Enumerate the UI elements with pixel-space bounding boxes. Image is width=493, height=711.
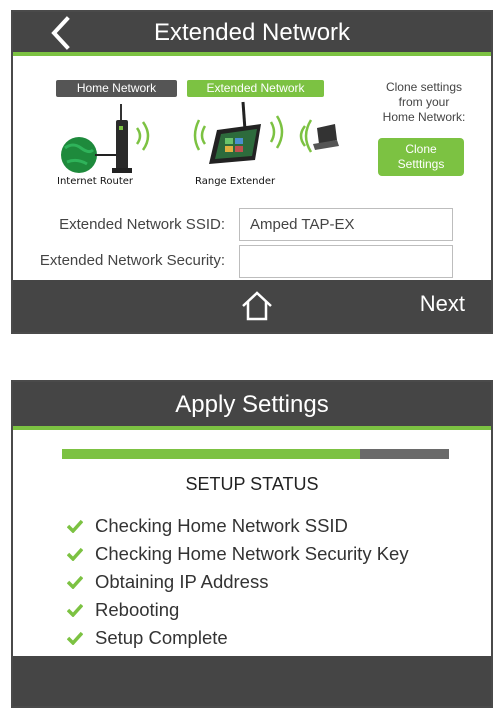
status-list: Checking Home Network SSID Checking Home… xyxy=(67,512,409,652)
apply-settings-screen: Apply Settings SETUP STATUS Checking Hom… xyxy=(11,380,493,708)
status-item: Rebooting xyxy=(67,596,409,624)
status-text: Obtaining IP Address xyxy=(95,571,269,592)
clone-text-line: Home Network: xyxy=(382,110,466,124)
title-bar: Apply Settings xyxy=(13,382,491,430)
bottom-bar xyxy=(13,656,491,706)
wifi-waves-icon xyxy=(135,121,150,151)
extender-illustration xyxy=(193,101,339,164)
next-button[interactable]: Next xyxy=(420,291,465,317)
bottom-bar: Next xyxy=(13,280,491,332)
clone-settings-button[interactable]: Clone Setttings xyxy=(378,138,464,176)
back-chevron-icon[interactable] xyxy=(43,14,77,52)
ssid-input[interactable]: Amped TAP-EX xyxy=(239,208,453,241)
security-input[interactable] xyxy=(239,245,453,278)
extended-network-screen: Extended Network Home Network Extended N… xyxy=(11,10,493,334)
laptop-icon xyxy=(313,124,339,150)
page-title: Apply Settings xyxy=(175,391,329,418)
router-icon xyxy=(112,104,132,173)
home-icon[interactable] xyxy=(239,289,275,323)
clone-text-line: from your xyxy=(398,95,450,109)
extended-network-tag: Extended Network xyxy=(187,80,324,97)
checkmark-icon xyxy=(67,519,83,533)
globe-icon xyxy=(61,137,97,173)
clone-text-line: Clone settings xyxy=(385,80,463,94)
status-item: Checking Home Network SSID xyxy=(67,512,409,540)
status-text: Checking Home Network Security Key xyxy=(95,543,409,564)
status-text: Checking Home Network SSID xyxy=(95,515,348,536)
router-label: Internet Router xyxy=(57,176,134,187)
status-text: Setup Complete xyxy=(95,627,228,648)
status-text: Rebooting xyxy=(95,599,180,620)
clone-instructions: Clone settings from your Home Network: xyxy=(365,80,483,125)
checkmark-icon xyxy=(67,631,83,645)
setup-status-heading: SETUP STATUS xyxy=(185,474,319,494)
page-title: Extended Network xyxy=(153,19,351,46)
extender-label: Range Extender xyxy=(195,176,276,187)
home-network-tag: Home Network xyxy=(56,80,177,97)
wifi-waves-icon xyxy=(193,119,207,151)
checkmark-icon xyxy=(67,575,83,589)
wifi-waves-icon xyxy=(269,115,313,153)
status-item: Obtaining IP Address xyxy=(67,568,409,596)
setup-progress-bar xyxy=(62,449,449,459)
range-extender-icon xyxy=(209,101,261,164)
checkmark-icon xyxy=(67,603,83,617)
status-item: Setup Complete xyxy=(67,624,409,652)
security-label: Extended Network Security: xyxy=(39,252,225,269)
router-illustration xyxy=(61,104,150,173)
status-item: Checking Home Network Security Key xyxy=(67,540,409,568)
progress-fill xyxy=(62,449,360,459)
title-bar: Extended Network xyxy=(13,12,491,56)
clone-button-line: Clone xyxy=(405,142,437,156)
clone-button-line: Setttings xyxy=(397,157,445,171)
ssid-label: Extended Network SSID: xyxy=(59,216,225,233)
checkmark-icon xyxy=(67,547,83,561)
